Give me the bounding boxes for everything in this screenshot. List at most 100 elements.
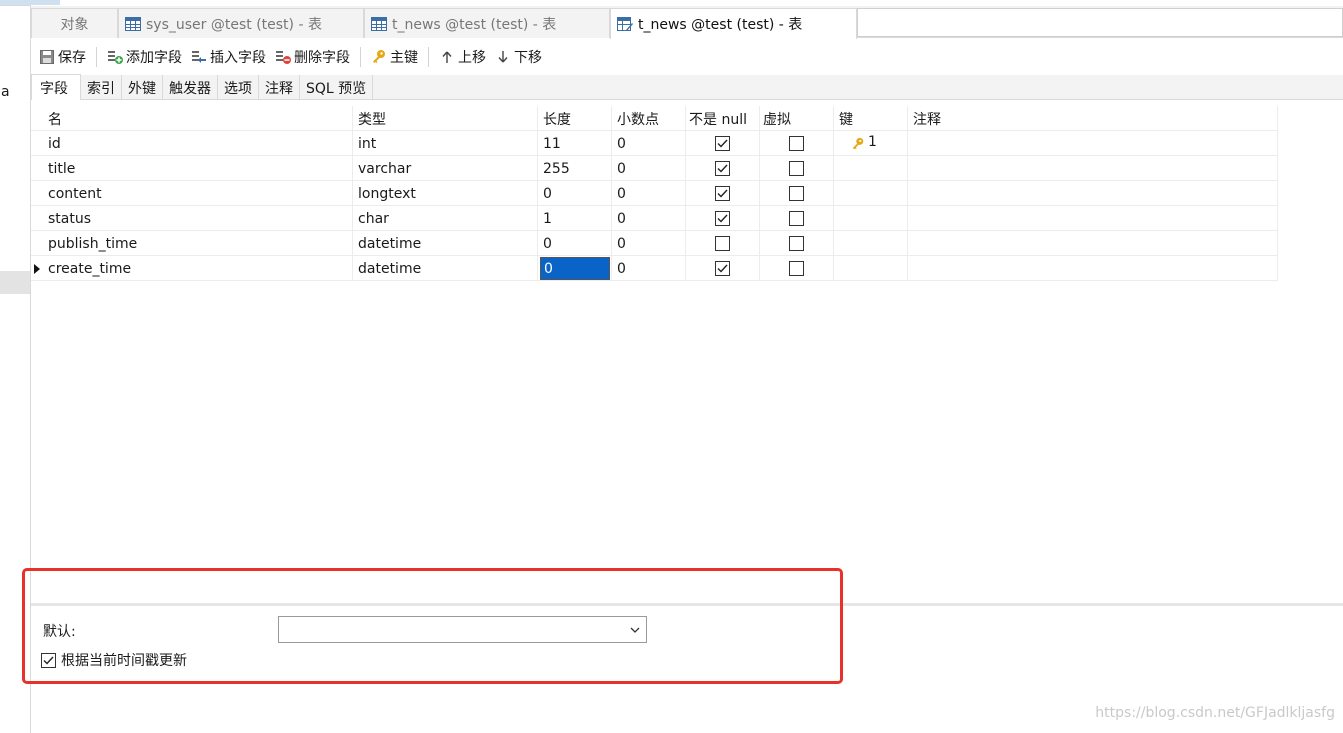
virtual-cell[interactable] bbox=[760, 181, 834, 206]
not-null-cell[interactable] bbox=[686, 156, 760, 181]
column-header-length[interactable]: 长度 bbox=[538, 106, 612, 131]
field-type: datetime bbox=[358, 260, 422, 277]
field-name-cell[interactable]: create_time bbox=[43, 256, 353, 281]
field-length-cell[interactable]: 1 bbox=[538, 206, 612, 231]
table-row[interactable]: content longtext 0 0 bbox=[31, 181, 1278, 206]
key-cell[interactable] bbox=[834, 181, 908, 206]
comment-cell[interactable] bbox=[908, 156, 1278, 181]
field-type-cell[interactable]: datetime bbox=[353, 256, 538, 281]
virtual-checkbox[interactable] bbox=[789, 186, 804, 201]
comment-cell[interactable] bbox=[908, 131, 1278, 156]
subtab-comment[interactable]: 注释 bbox=[259, 75, 300, 100]
field-length-cell[interactable]: 11 bbox=[538, 131, 612, 156]
subtab-sql-preview[interactable]: SQL 预览 bbox=[300, 75, 374, 100]
not-null-cell[interactable] bbox=[686, 131, 760, 156]
table-row[interactable]: publish_time datetime 0 0 bbox=[31, 231, 1278, 256]
subtab-triggers[interactable]: 触发器 bbox=[163, 75, 218, 100]
not-null-cell[interactable] bbox=[686, 181, 760, 206]
field-decimals-cell[interactable]: 0 bbox=[612, 181, 686, 206]
subtab-indexes[interactable]: 索引 bbox=[81, 75, 122, 100]
table-row[interactable]: status char 1 0 bbox=[31, 206, 1278, 231]
field-length-cell[interactable]: 0 bbox=[538, 256, 612, 281]
virtual-cell[interactable] bbox=[760, 156, 834, 181]
delete-field-button[interactable]: 删除字段 bbox=[272, 44, 353, 70]
subtab-foreign-keys[interactable]: 外键 bbox=[122, 75, 163, 100]
field-name-cell[interactable]: status bbox=[43, 206, 353, 231]
tab-bar-empty-area bbox=[857, 8, 1343, 37]
key-cell[interactable] bbox=[834, 206, 908, 231]
field-name-cell[interactable]: title bbox=[43, 156, 353, 181]
column-header-comment[interactable]: 注释 bbox=[908, 106, 1278, 131]
field-name-cell[interactable]: publish_time bbox=[43, 231, 353, 256]
field-decimals-cell[interactable]: 0 bbox=[612, 231, 686, 256]
field-decimals-cell[interactable]: 0 bbox=[612, 206, 686, 231]
save-icon bbox=[39, 49, 55, 65]
tab-objects[interactable]: 对象 bbox=[31, 8, 118, 38]
virtual-cell[interactable] bbox=[760, 206, 834, 231]
field-length-cell[interactable]: 0 bbox=[538, 231, 612, 256]
row-indicator-header bbox=[31, 106, 43, 131]
primary-key-button[interactable]: 主键 bbox=[368, 44, 421, 70]
save-button[interactable]: 保存 bbox=[36, 44, 89, 70]
tab-t-news-design-label: t_news @test (test) - 表 bbox=[638, 17, 803, 33]
add-field-button[interactable]: 添加字段 bbox=[104, 44, 185, 70]
table-row[interactable]: title varchar 255 0 bbox=[31, 156, 1278, 181]
table-row[interactable]: create_time datetime 0 0 bbox=[31, 256, 1278, 281]
comment-cell[interactable] bbox=[908, 231, 1278, 256]
column-header-name[interactable]: 名 bbox=[43, 106, 353, 131]
not-null-checkbox[interactable] bbox=[715, 261, 730, 276]
not-null-checkbox[interactable] bbox=[715, 136, 730, 151]
virtual-checkbox[interactable] bbox=[789, 136, 804, 151]
virtual-cell[interactable] bbox=[760, 256, 834, 281]
field-type-cell[interactable]: varchar bbox=[353, 156, 538, 181]
field-name-cell[interactable]: content bbox=[43, 181, 353, 206]
subtab-options[interactable]: 选项 bbox=[218, 75, 259, 100]
virtual-checkbox[interactable] bbox=[789, 161, 804, 176]
not-null-checkbox[interactable] bbox=[715, 161, 730, 176]
subtab-fields[interactable]: 字段 bbox=[31, 74, 81, 100]
key-cell[interactable]: 1 bbox=[834, 131, 908, 156]
key-cell[interactable] bbox=[834, 256, 908, 281]
not-null-checkbox[interactable] bbox=[715, 211, 730, 226]
column-header-decimals[interactable]: 小数点 bbox=[612, 106, 686, 131]
virtual-checkbox[interactable] bbox=[789, 261, 804, 276]
column-header-type[interactable]: 类型 bbox=[353, 106, 538, 131]
not-null-checkbox[interactable] bbox=[715, 236, 730, 251]
field-length-cell[interactable]: 255 bbox=[538, 156, 612, 181]
not-null-cell[interactable] bbox=[686, 231, 760, 256]
virtual-cell[interactable] bbox=[760, 131, 834, 156]
field-type-cell[interactable]: longtext bbox=[353, 181, 538, 206]
move-down-button[interactable]: 下移 bbox=[492, 44, 545, 70]
field-name-cell[interactable]: id bbox=[43, 131, 353, 156]
virtual-checkbox[interactable] bbox=[789, 236, 804, 251]
column-header-not-null[interactable]: 不是 null bbox=[686, 106, 760, 131]
virtual-cell[interactable] bbox=[760, 231, 834, 256]
field-length-selected[interactable]: 0 bbox=[540, 257, 610, 280]
field-type-cell[interactable]: int bbox=[353, 131, 538, 156]
table-row[interactable]: id int 11 0 1 bbox=[31, 131, 1278, 156]
tab-t-news-data[interactable]: t_news @test (test) - 表 bbox=[364, 8, 610, 38]
not-null-checkbox[interactable] bbox=[715, 186, 730, 201]
tab-t-news-design[interactable]: t_news @test (test) - 表 bbox=[610, 8, 857, 39]
field-decimals-cell[interactable]: 0 bbox=[612, 131, 686, 156]
not-null-cell[interactable] bbox=[686, 256, 760, 281]
comment-cell[interactable] bbox=[908, 206, 1278, 231]
move-up-button[interactable]: 上移 bbox=[436, 44, 489, 70]
field-decimals: 0 bbox=[617, 260, 626, 277]
not-null-cell[interactable] bbox=[686, 206, 760, 231]
key-cell[interactable] bbox=[834, 231, 908, 256]
field-length-cell[interactable]: 0 bbox=[538, 181, 612, 206]
field-type-cell[interactable]: datetime bbox=[353, 231, 538, 256]
field-decimals-cell[interactable]: 0 bbox=[612, 256, 686, 281]
insert-field-icon bbox=[191, 49, 207, 65]
column-header-virtual[interactable]: 虚拟 bbox=[760, 106, 834, 131]
field-type-cell[interactable]: char bbox=[353, 206, 538, 231]
virtual-checkbox[interactable] bbox=[789, 211, 804, 226]
comment-cell[interactable] bbox=[908, 256, 1278, 281]
insert-field-button[interactable]: 插入字段 bbox=[188, 44, 269, 70]
field-decimals-cell[interactable]: 0 bbox=[612, 156, 686, 181]
tab-sys-user[interactable]: sys_user @test (test) - 表 bbox=[118, 8, 364, 38]
column-header-key[interactable]: 键 bbox=[834, 106, 908, 131]
key-cell[interactable] bbox=[834, 156, 908, 181]
comment-cell[interactable] bbox=[908, 181, 1278, 206]
